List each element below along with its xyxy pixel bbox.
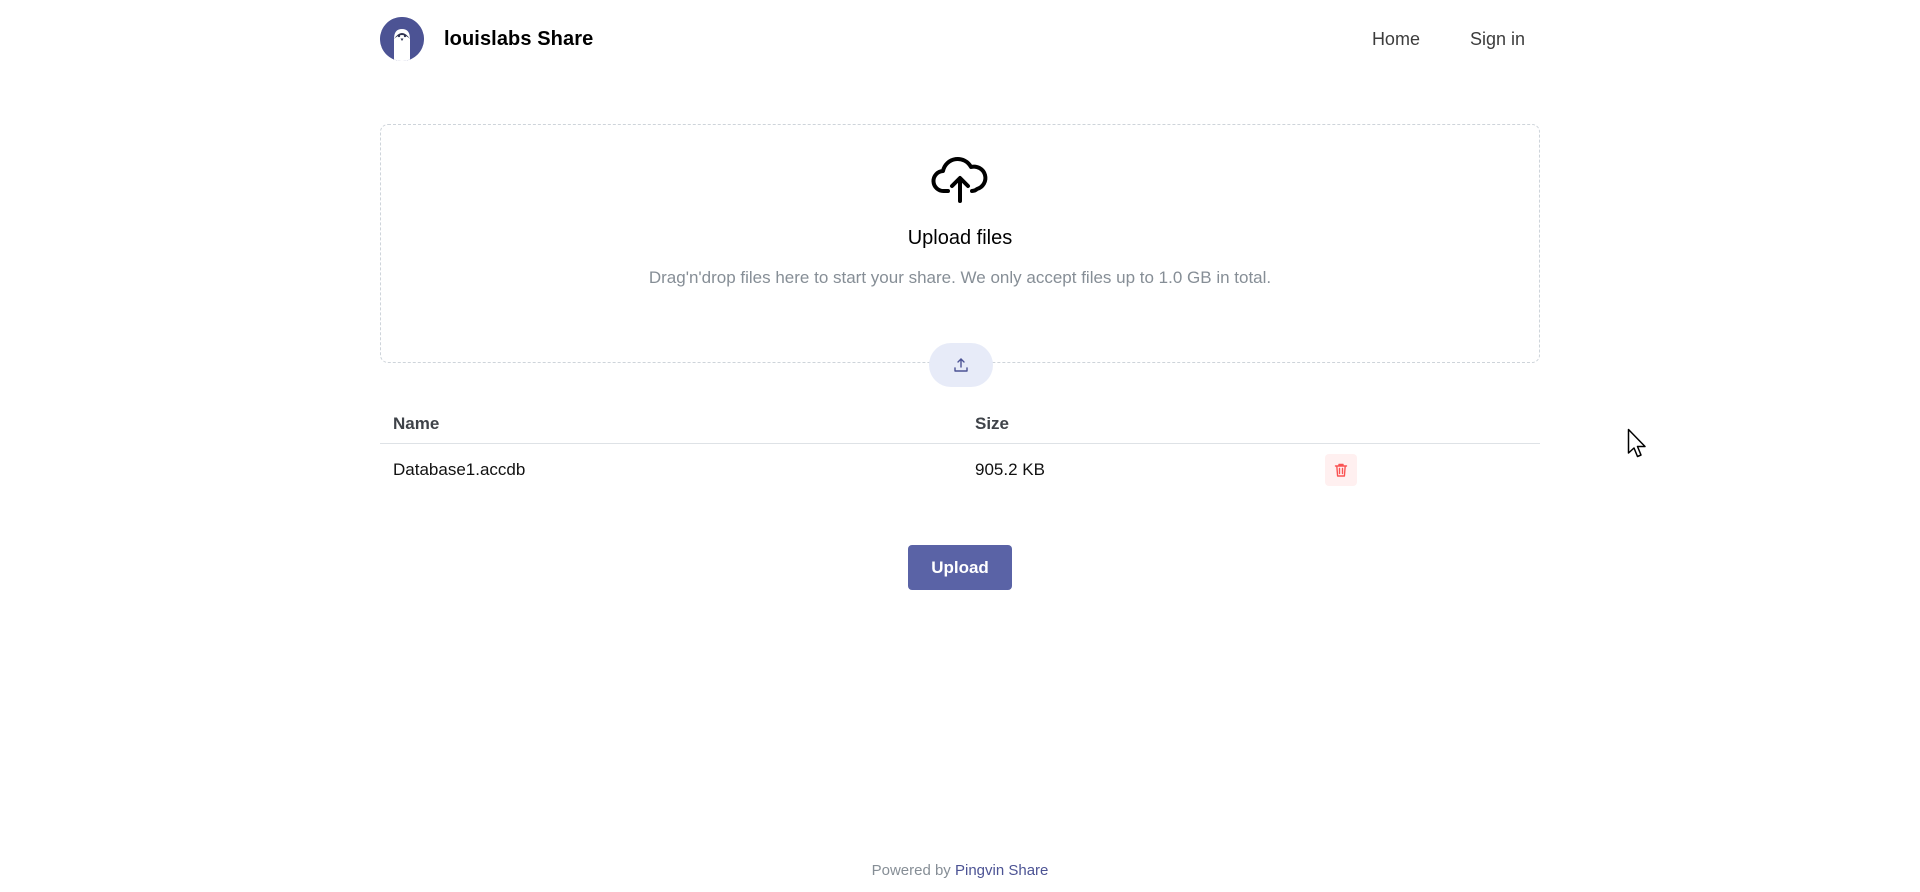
table-header: Name Size [380,404,1540,444]
footer-prefix: Powered by [871,862,951,879]
column-header-size: Size [975,413,1010,433]
header: louislabs Share Home Sign in [380,14,1525,64]
remove-file-button[interactable] [1325,454,1357,486]
file-actions [1325,454,1540,486]
dropzone-description: Drag'n'drop files here to start your sha… [648,268,1272,287]
file-name: Database1.accdb [393,460,526,479]
column-header-name: Name [393,413,440,433]
select-files-button[interactable] [929,343,993,387]
trash-icon [1334,463,1348,477]
file-size: 905.2 KB [975,460,1045,479]
brand-name: louislabs Share [444,27,594,50]
cloud-upload-icon [931,156,988,203]
mouse-pointer-icon [1627,428,1646,458]
dropzone-title: Upload files [907,227,1013,249]
footer-link-pingvin-share[interactable]: Pingvin Share [955,862,1048,879]
nav-home-link[interactable]: Home [1372,29,1420,50]
page: louislabs Share Home Sign in Upload file… [0,0,1920,892]
file-dropzone[interactable]: Upload files Drag'n'drop files here to s… [380,124,1540,387]
penguin-logo-icon [380,17,424,61]
upload-button[interactable]: Upload [908,545,1012,590]
table-row: Database1.accdb 905.2 KB [380,444,1540,496]
brand-link[interactable]: louislabs Share [380,17,593,61]
footer: Powered by Pingvin Share [0,862,1920,879]
file-table: Name Size Database1.accdb 905.2 KB [380,404,1540,496]
upload-icon [954,358,968,372]
main-nav: Home Sign in [1372,29,1525,50]
nav-sign-in-link[interactable]: Sign in [1470,29,1525,50]
